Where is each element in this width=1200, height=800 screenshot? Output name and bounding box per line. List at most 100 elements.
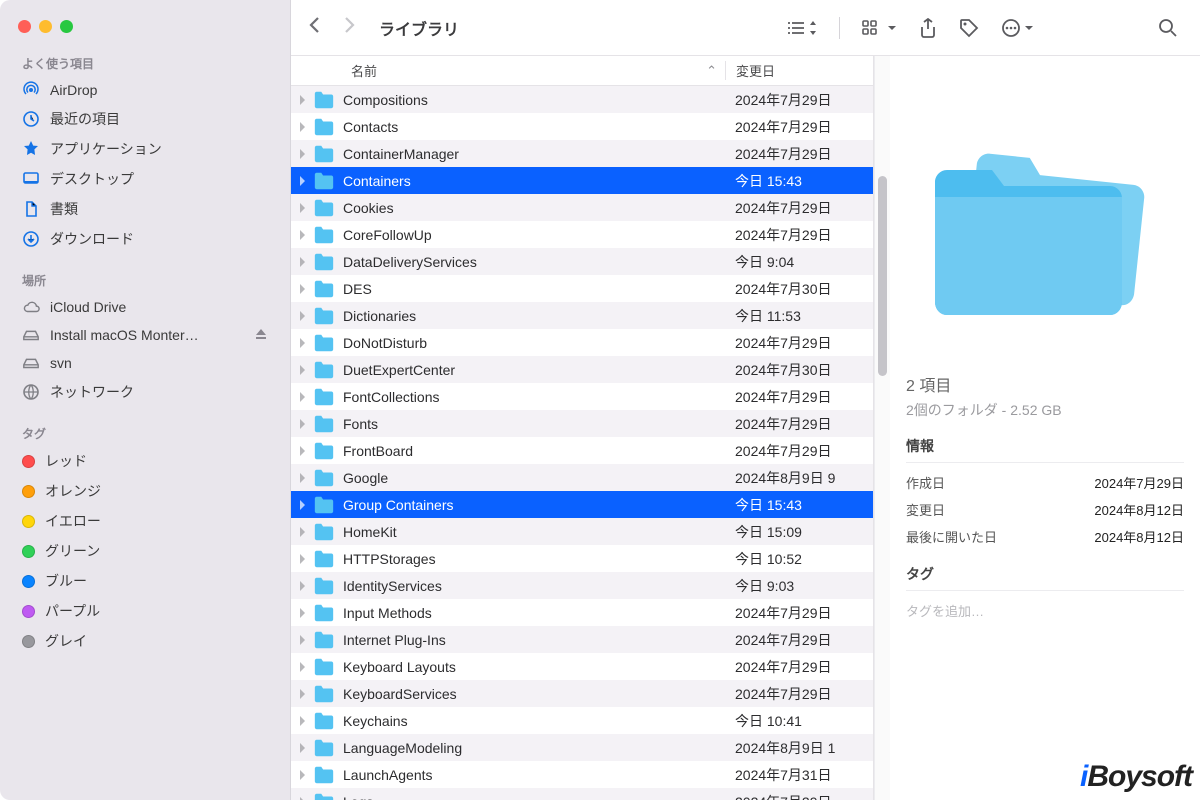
vertical-scrollbar[interactable] [874, 56, 890, 800]
disclosure-icon[interactable] [291, 419, 313, 429]
disclosure-icon[interactable] [291, 95, 313, 105]
disclosure-icon[interactable] [291, 527, 313, 537]
sidebar-tag-gray[interactable]: グレイ [0, 626, 290, 656]
disclosure-icon[interactable] [291, 176, 313, 186]
back-button[interactable] [309, 16, 321, 39]
disclosure-icon[interactable] [291, 716, 313, 726]
disclosure-icon[interactable] [291, 770, 313, 780]
file-row[interactable]: FontCollections2024年7月29日 [291, 383, 873, 410]
disclosure-icon[interactable] [291, 554, 313, 564]
disclosure-icon[interactable] [291, 689, 313, 699]
disclosure-icon[interactable] [291, 743, 313, 753]
file-row[interactable]: CoreFollowUp2024年7月29日 [291, 221, 873, 248]
disclosure-icon[interactable] [291, 608, 313, 618]
disclosure-icon[interactable] [291, 635, 313, 645]
file-name: Input Methods [343, 605, 725, 621]
sidebar-tag-purple[interactable]: パープル [0, 596, 290, 626]
toolbar: ライブラリ [291, 0, 1200, 56]
sidebar-item-recents[interactable]: 最近の項目 [0, 104, 290, 134]
sidebar-item-applications[interactable]: アプリケーション [0, 134, 290, 164]
info-value: 2024年8月12日 [1094, 500, 1184, 519]
disclosure-icon[interactable] [291, 311, 313, 321]
sidebar-tag-red[interactable]: レッド [0, 446, 290, 476]
share-button[interactable] [915, 14, 941, 42]
sidebar-item-network[interactable]: ネットワーク [0, 377, 290, 407]
file-list[interactable]: Compositions2024年7月29日Contacts2024年7月29日… [291, 86, 873, 800]
file-row[interactable]: DuetExpertCenter2024年7月30日 [291, 356, 873, 383]
disclosure-icon[interactable] [291, 446, 313, 456]
file-row[interactable]: Containers今日 15:43 [291, 167, 873, 194]
sidebar-item-airdrop[interactable]: AirDrop [0, 76, 290, 104]
column-name-header[interactable]: 名前 ⌃ [291, 61, 725, 80]
file-row[interactable]: Compositions2024年7月29日 [291, 86, 873, 113]
disclosure-icon[interactable] [291, 230, 313, 240]
scrollbar-thumb[interactable] [878, 176, 887, 376]
disclosure-icon[interactable] [291, 473, 313, 483]
file-row[interactable]: IdentityServices今日 9:03 [291, 572, 873, 599]
file-row[interactable]: Cookies2024年7月29日 [291, 194, 873, 221]
sidebar-tag-yellow[interactable]: イエロー [0, 506, 290, 536]
folder-icon [313, 145, 335, 163]
sidebar-item-label: ブルー [45, 571, 87, 591]
sidebar-item-downloads[interactable]: ダウンロード [0, 224, 290, 254]
minimize-window-button[interactable] [39, 20, 52, 33]
close-window-button[interactable] [18, 20, 31, 33]
search-button[interactable] [1154, 14, 1182, 42]
sidebar-item-svn[interactable]: svn [0, 349, 290, 377]
sidebar-tag-green[interactable]: グリーン [0, 536, 290, 566]
column-modified-header[interactable]: 変更日 [725, 61, 873, 80]
actions-button[interactable] [997, 14, 1038, 42]
group-by-button[interactable] [858, 16, 901, 40]
file-row[interactable]: Logs2024年7月29日 [291, 788, 873, 800]
file-row[interactable]: Input Methods2024年7月29日 [291, 599, 873, 626]
file-row[interactable]: Fonts2024年7月29日 [291, 410, 873, 437]
file-row[interactable]: Dictionaries今日 11:53 [291, 302, 873, 329]
file-row[interactable]: LanguageModeling2024年8月9日 1 [291, 734, 873, 761]
disclosure-icon[interactable] [291, 581, 313, 591]
folder-icon [313, 361, 335, 379]
sidebar-tag-blue[interactable]: ブルー [0, 566, 290, 596]
disclosure-icon[interactable] [291, 149, 313, 159]
sidebar-item-install[interactable]: Install macOS Monter… [0, 321, 290, 349]
preview-tags-input[interactable]: タグを追加… [906, 597, 1184, 620]
disclosure-icon[interactable] [291, 338, 313, 348]
file-row[interactable]: DataDeliveryServices今日 9:04 [291, 248, 873, 275]
file-row[interactable]: Contacts2024年7月29日 [291, 113, 873, 140]
tag-dot-icon [22, 455, 35, 468]
file-row[interactable]: LaunchAgents2024年7月31日 [291, 761, 873, 788]
file-row[interactable]: Group Containers今日 15:43 [291, 491, 873, 518]
file-row[interactable]: DoNotDisturb2024年7月29日 [291, 329, 873, 356]
sidebar-tag-orange[interactable]: オレンジ [0, 476, 290, 506]
file-row[interactable]: DES2024年7月30日 [291, 275, 873, 302]
file-row[interactable]: Keychains今日 10:41 [291, 707, 873, 734]
sidebar-item-desktop[interactable]: デスクトップ [0, 164, 290, 194]
disclosure-icon[interactable] [291, 284, 313, 294]
view-mode-button[interactable] [782, 17, 821, 39]
disclosure-icon[interactable] [291, 365, 313, 375]
file-row[interactable]: Keyboard Layouts2024年7月29日 [291, 653, 873, 680]
disclosure-icon[interactable] [291, 122, 313, 132]
disclosure-icon[interactable] [291, 392, 313, 402]
fullscreen-window-button[interactable] [60, 20, 73, 33]
folder-icon [313, 118, 335, 136]
disclosure-icon[interactable] [291, 500, 313, 510]
file-name: DES [343, 281, 725, 297]
tags-button[interactable] [955, 14, 983, 42]
forward-button[interactable] [343, 16, 355, 39]
disclosure-icon[interactable] [291, 797, 313, 800]
file-row[interactable]: HTTPStorages今日 10:52 [291, 545, 873, 572]
file-row[interactable]: Internet Plug-Ins2024年7月29日 [291, 626, 873, 653]
file-row[interactable]: Google2024年8月9日 9 [291, 464, 873, 491]
file-row[interactable]: FrontBoard2024年7月29日 [291, 437, 873, 464]
file-row[interactable]: KeyboardServices2024年7月29日 [291, 680, 873, 707]
tag-dot-icon [22, 515, 35, 528]
disclosure-icon[interactable] [291, 257, 313, 267]
disclosure-icon[interactable] [291, 203, 313, 213]
eject-icon[interactable] [254, 327, 268, 344]
file-row[interactable]: HomeKit今日 15:09 [291, 518, 873, 545]
file-row[interactable]: ContainerManager2024年7月29日 [291, 140, 873, 167]
network-icon [22, 383, 40, 401]
sidebar-item-icloud[interactable]: iCloud Drive [0, 293, 290, 321]
disclosure-icon[interactable] [291, 662, 313, 672]
sidebar-item-documents[interactable]: 書類 [0, 194, 290, 224]
